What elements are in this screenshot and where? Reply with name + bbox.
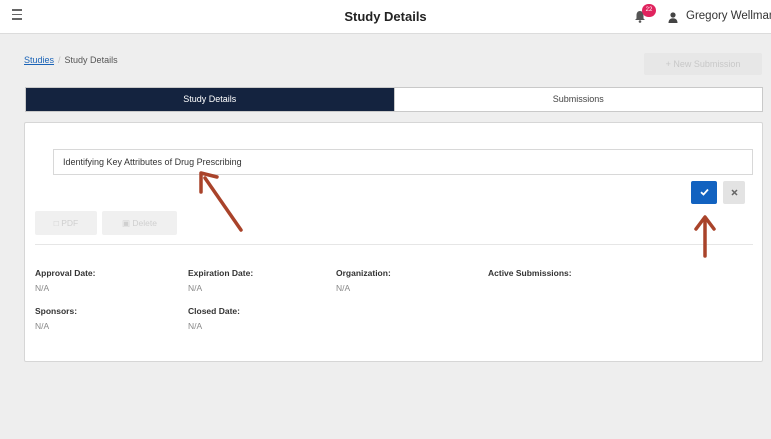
closed-date-label: Closed Date: <box>188 306 240 316</box>
divider <box>35 244 753 245</box>
organization-field: Organization: N/A <box>336 268 391 293</box>
approval-date-value: N/A <box>35 283 50 293</box>
delete-button-label: Delete <box>132 218 157 228</box>
user-icon <box>668 12 678 23</box>
breadcrumb: Studies / Study Details <box>24 55 118 65</box>
approval-date-label: Approval Date: <box>35 268 96 278</box>
breadcrumb-studies-link[interactable]: Studies <box>24 55 54 65</box>
organization-value: N/A <box>336 283 351 293</box>
delete-button[interactable]: ▣ Delete <box>102 211 177 235</box>
pdf-button[interactable]: □ PDF <box>35 211 97 235</box>
notification-badge[interactable]: 22 <box>642 4 656 17</box>
pdf-button-label: PDF <box>61 218 79 228</box>
closed-date-field: Closed Date: N/A <box>188 306 240 331</box>
file-icon: □ <box>53 218 59 228</box>
sponsors-field: Sponsors: N/A <box>35 306 77 331</box>
checkmark-icon <box>699 189 709 197</box>
x-icon <box>730 189 738 196</box>
expiration-date-label: Expiration Date: <box>188 268 254 278</box>
sponsors-value: N/A <box>35 321 50 331</box>
approval-date-field: Approval Date: N/A <box>35 268 95 293</box>
breadcrumb-current: Study Details <box>64 55 118 65</box>
expiration-date-field: Expiration Date: N/A <box>188 268 253 293</box>
active-submissions-label: Active Submissions: <box>488 268 572 278</box>
confirm-button[interactable] <box>691 181 717 204</box>
expiration-date-value: N/A <box>188 283 203 293</box>
trash-icon: ▣ <box>122 218 131 228</box>
study-details-panel: □ PDF ▣ Delete Approval Date: N/A Expira… <box>24 122 763 362</box>
user-name[interactable]: Gregory Wellman <box>686 10 771 22</box>
annotation-arrow-title <box>199 171 243 232</box>
active-submissions-field: Active Submissions: <box>488 268 572 283</box>
new-submission-button[interactable]: + New Submission <box>644 53 762 75</box>
tab-study-details[interactable]: Study Details <box>26 88 394 111</box>
tab-bar: Study Details Submissions <box>25 87 763 112</box>
cancel-button[interactable] <box>723 181 745 204</box>
breadcrumb-separator: / <box>58 55 61 65</box>
sponsors-label: Sponsors: <box>35 306 78 316</box>
top-bar: Study Details 22 Gregory Wellman <box>0 0 771 34</box>
study-title-input[interactable] <box>53 149 753 175</box>
annotation-arrow-confirm <box>694 215 716 258</box>
closed-date-value: N/A <box>188 321 203 331</box>
organization-label: Organization: <box>336 268 391 278</box>
tab-submissions[interactable]: Submissions <box>393 88 763 111</box>
